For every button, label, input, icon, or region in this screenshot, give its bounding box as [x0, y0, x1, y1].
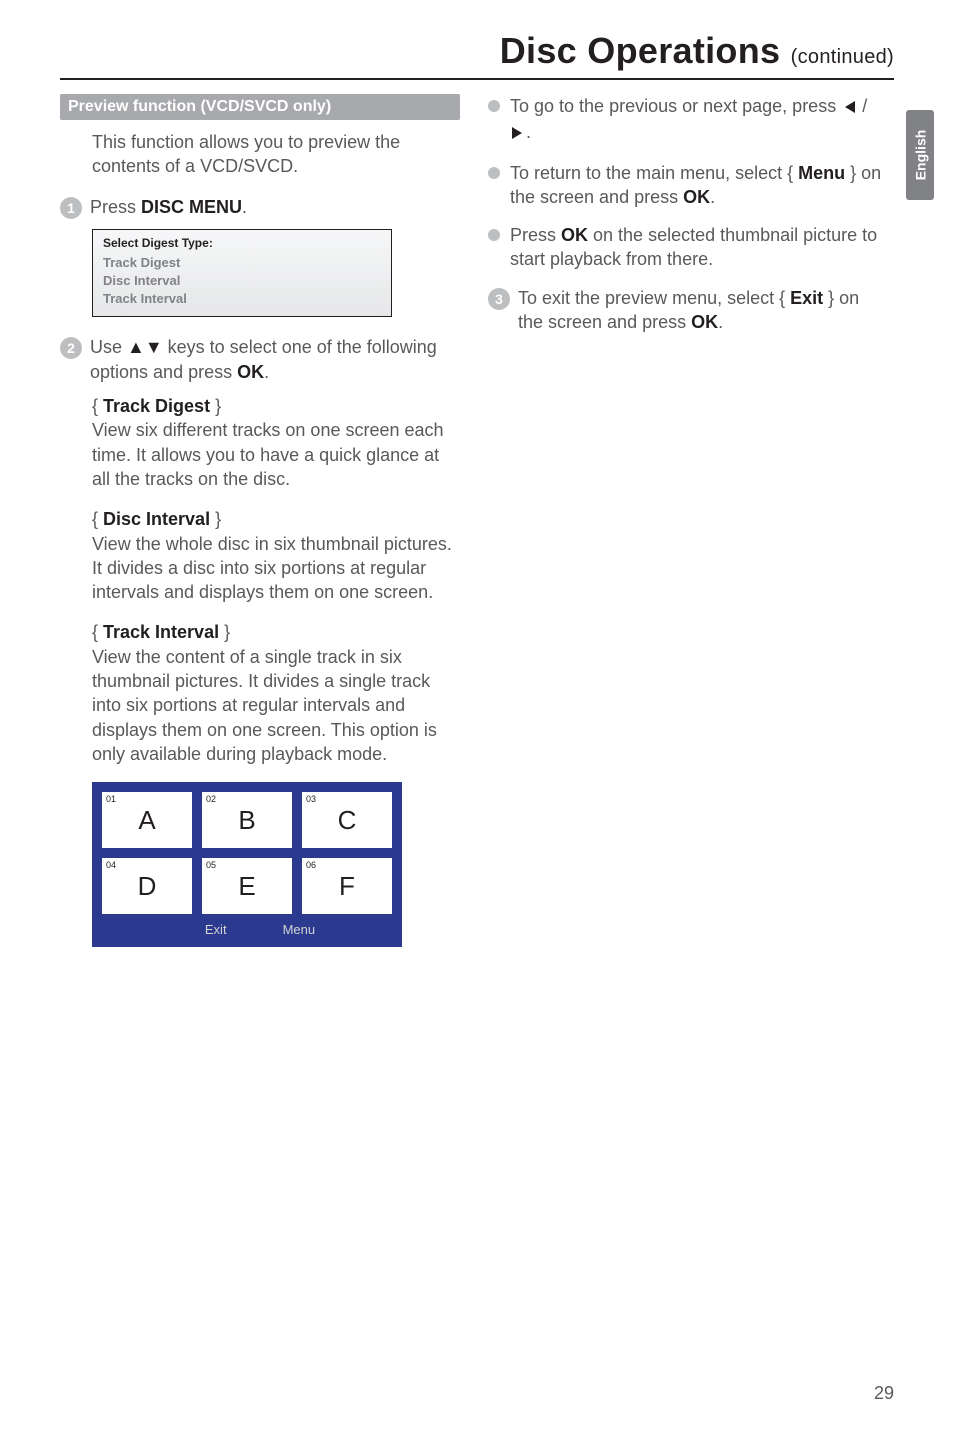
bullet-return-menu-ok: OK: [683, 187, 710, 207]
preview-function-header: Preview function (VCD/SVCD only): [60, 94, 460, 120]
step-2-number: 2: [60, 337, 82, 359]
thumbnail-02: 02 B: [202, 792, 292, 848]
skip-prev-icon: [841, 96, 857, 120]
digest-type-box: Select Digest Type: Track Digest Disc In…: [92, 229, 392, 318]
step-2-text-a: Use: [90, 337, 127, 357]
thumbnail-06: 06 F: [302, 858, 392, 914]
step-3-exit: Exit: [790, 288, 823, 308]
bullet-press-ok-a: Press: [510, 225, 561, 245]
bullet-prev-next-text-a: To go to the previous or next page, pres…: [510, 96, 841, 116]
option-disc-interval: { Disc Interval } View the whole disc in…: [92, 507, 460, 604]
step-2-suffix: .: [264, 362, 269, 382]
thumbnail-04-letter: D: [138, 871, 157, 902]
option-disc-interval-title: Disc Interval: [103, 509, 210, 529]
thumbnail-03-num: 03: [306, 794, 316, 804]
step-3-ok: OK: [691, 312, 718, 332]
bullet-dot-icon: [488, 100, 500, 112]
thumbnail-01: 01 A: [102, 792, 192, 848]
bullet-return-menu-text: To return to the main menu, select { Men…: [510, 161, 888, 210]
bullet-prev-next: To go to the previous or next page, pres…: [488, 94, 888, 147]
thumbnail-footer: Exit Menu: [102, 914, 392, 947]
digest-item-2: Track Interval: [103, 290, 381, 308]
left-column: Preview function (VCD/SVCD only) This fu…: [60, 94, 460, 947]
thumbnail-03: 03 C: [302, 792, 392, 848]
bullet-return-menu-a: To return to the main menu, select: [510, 163, 787, 183]
thumbnail-01-num: 01: [106, 794, 116, 804]
step-1-number: 1: [60, 197, 82, 219]
thumbnail-footer-exit: Exit: [205, 922, 227, 937]
up-down-arrows-icon: ▲▼: [127, 337, 163, 357]
option-track-digest-body: View six different tracks on one screen …: [92, 420, 444, 489]
digest-box-label: Select Digest Type:: [103, 236, 381, 250]
thumbnail-04-num: 04: [106, 860, 116, 870]
bullet-return-menu-end: .: [710, 187, 715, 207]
bullet-press-ok-ok: OK: [561, 225, 588, 245]
step-2-text: Use ▲▼ keys to select one of the followi…: [90, 335, 460, 384]
digest-item-1: Disc Interval: [103, 272, 381, 290]
step-3-a: To exit the preview menu, select: [518, 288, 779, 308]
step-3-brace-close: }: [823, 288, 834, 308]
page-number: 29: [874, 1383, 894, 1404]
bullet-press-ok-text: Press OK on the selected thumbnail pictu…: [510, 223, 888, 272]
option-track-interval-body: View the content of a single track in si…: [92, 647, 437, 764]
step-1-disc-menu: DISC MENU: [141, 197, 242, 217]
section-heading: Disc Operations (continued): [60, 30, 894, 72]
step-3-number: 3: [488, 288, 510, 310]
option-track-interval: { Track Interval } View the content of a…: [92, 620, 460, 766]
right-column: To go to the previous or next page, pres…: [488, 94, 888, 947]
step-3-end: .: [718, 312, 723, 332]
step-1-suffix: .: [242, 197, 247, 217]
step-2: 2 Use ▲▼ keys to select one of the follo…: [60, 335, 460, 384]
step-1-text: Press DISC MENU.: [90, 195, 247, 219]
step-3-brace-open: {: [779, 288, 790, 308]
intro-paragraph: This function allows you to preview the …: [92, 130, 460, 179]
bullet-prev-next-end: .: [526, 122, 531, 142]
thumbnail-05-letter: E: [238, 871, 255, 902]
thumbnail-05: 05 E: [202, 858, 292, 914]
step-1: 1 Press DISC MENU.: [60, 195, 460, 219]
digest-item-0: Track Digest: [103, 254, 381, 272]
step-3: 3 To exit the preview menu, select { Exi…: [488, 286, 888, 335]
option-track-digest: { Track Digest } View six different trac…: [92, 394, 460, 491]
bullet-dot-icon: [488, 167, 500, 179]
bullet-press-ok-thumbnail: Press OK on the selected thumbnail pictu…: [488, 223, 888, 272]
brace-open: {: [787, 163, 798, 183]
option-track-digest-title: Track Digest: [103, 396, 210, 416]
thumbnail-05-num: 05: [206, 860, 216, 870]
thumbnail-02-num: 02: [206, 794, 216, 804]
step-3-text: To exit the preview menu, select { Exit …: [518, 286, 888, 335]
skip-next-icon: [510, 122, 526, 146]
bullet-prev-next-sep: /: [857, 96, 867, 116]
thumbnail-grid: 01 A 02 B 03 C 04 D 05 E 06 F: [102, 792, 392, 914]
thumbnail-preview-figure: 01 A 02 B 03 C 04 D 05 E 06 F Exit Menu: [92, 782, 402, 947]
thumbnail-04: 04 D: [102, 858, 192, 914]
language-tab-label: English: [912, 130, 928, 181]
brace-close: }: [845, 163, 856, 183]
section-heading-wrap: Disc Operations (continued): [60, 30, 894, 80]
thumbnail-01-letter: A: [138, 805, 155, 836]
option-disc-interval-body: View the whole disc in six thumbnail pic…: [92, 534, 452, 603]
option-track-interval-title: Track Interval: [103, 622, 219, 642]
section-heading-suffix: (continued): [791, 46, 894, 68]
bullet-prev-next-text: To go to the previous or next page, pres…: [510, 94, 888, 147]
bullet-dot-icon: [488, 229, 500, 241]
step-2-ok: OK: [237, 362, 264, 382]
thumbnail-06-letter: F: [339, 871, 355, 902]
bullet-return-menu: To return to the main menu, select { Men…: [488, 161, 888, 210]
thumbnail-footer-menu: Menu: [283, 922, 316, 937]
bullet-return-menu-menu: Menu: [798, 163, 845, 183]
language-tab: English: [906, 110, 934, 200]
step-1-prefix: Press: [90, 197, 141, 217]
section-heading-main: Disc Operations: [500, 30, 791, 71]
thumbnail-06-num: 06: [306, 860, 316, 870]
thumbnail-03-letter: C: [338, 805, 357, 836]
thumbnail-02-letter: B: [238, 805, 255, 836]
